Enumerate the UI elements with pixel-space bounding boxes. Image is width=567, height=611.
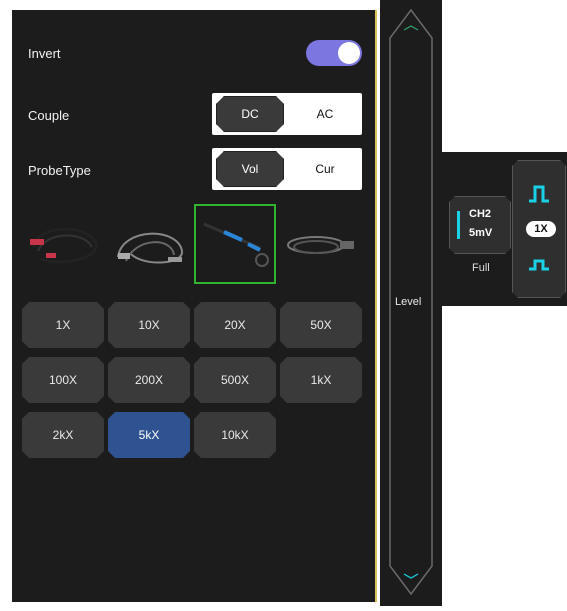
falling-edge-icon: [529, 261, 549, 269]
red-alligator-probe-icon: [30, 227, 98, 264]
channel-badge-button[interactable]: CH2 5mV: [449, 196, 511, 254]
invert-toggle[interactable]: [306, 40, 362, 66]
multiplier-1x-button[interactable]: 1X: [22, 302, 104, 348]
channel-settings-panel: Invert Couple DC AC ProbeType Vol Cur 1X…: [12, 10, 377, 602]
couple-dc-button[interactable]: DC: [216, 96, 284, 132]
probe-type-segmented-control: Vol Cur: [212, 148, 362, 190]
multiplier-1kx-button[interactable]: 1kX: [280, 357, 362, 403]
rising-edge-icon: [529, 187, 549, 201]
multiplier-5kx-button[interactable]: 5kX: [108, 412, 190, 458]
multiplier-10x-button[interactable]: 10X: [108, 302, 190, 348]
multiplier-100x-button[interactable]: 100X: [22, 357, 104, 403]
couple-ac-button[interactable]: AC: [292, 97, 358, 131]
probe-option-4[interactable]: [280, 204, 362, 284]
blue-voltage-probe-icon: [203, 222, 269, 267]
channel-volts-per-div: 5mV: [469, 227, 493, 239]
multiplier-10kx-button[interactable]: 10kX: [194, 412, 276, 458]
multiplier-500x-button[interactable]: 500X: [194, 357, 276, 403]
multiplier-2kx-button[interactable]: 2kX: [22, 412, 104, 458]
multiplier-50x-button[interactable]: 50X: [280, 302, 362, 348]
black-bnc-probe-icon: [117, 232, 183, 264]
toggle-knob: [338, 42, 360, 64]
multiplier-200x-button[interactable]: 200X: [108, 357, 190, 403]
probe-option-1[interactable]: [24, 204, 106, 284]
couple-label: Couple: [28, 108, 70, 123]
channel-color-bar: [457, 211, 460, 239]
probe-multiplier-badge: 1X: [526, 221, 556, 237]
probe-type-cur-button[interactable]: Cur: [292, 152, 358, 186]
bandwidth-label: Full: [472, 262, 490, 274]
probe-type-vol-button[interactable]: Vol: [216, 151, 284, 187]
probe-option-2[interactable]: [110, 204, 192, 284]
probe-type-label: ProbeType: [28, 163, 91, 178]
level-up-chevron-icon: [403, 25, 419, 31]
level-label: Level: [395, 296, 422, 308]
invert-label: Invert: [28, 46, 61, 61]
multiplier-20x-button[interactable]: 20X: [194, 302, 276, 348]
level-down-chevron-icon: [403, 573, 419, 579]
couple-segmented-control: DC AC: [212, 93, 362, 135]
channel-name: CH2: [469, 208, 492, 220]
current-clamp-probe-icon: [287, 236, 354, 254]
probe-option-3[interactable]: [194, 204, 276, 284]
